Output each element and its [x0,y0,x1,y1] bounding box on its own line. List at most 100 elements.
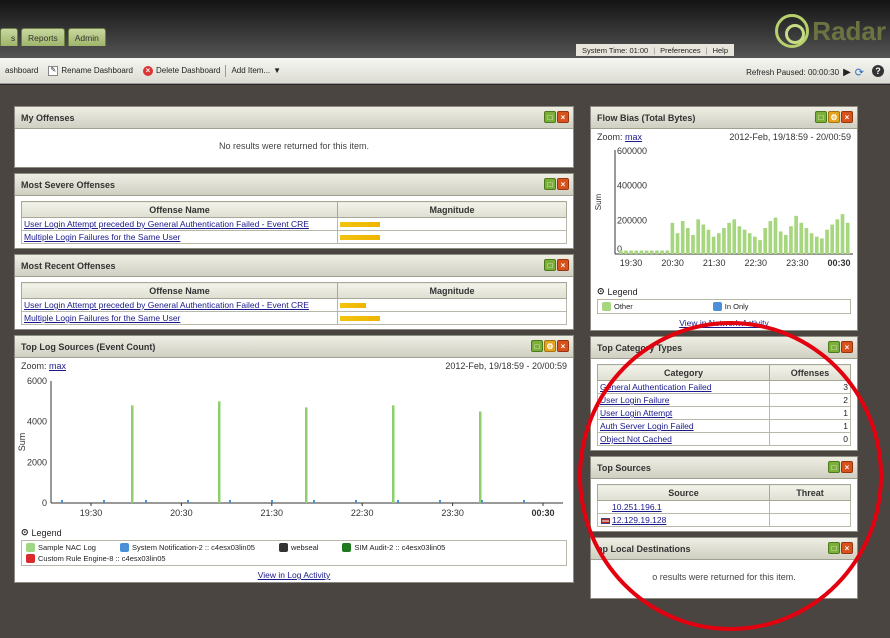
help-icon[interactable]: ? [872,65,884,77]
close-icon[interactable]: × [841,461,853,473]
legend-item[interactable]: In Only [712,302,749,311]
bar [742,229,747,254]
delete-dashboard-button[interactable]: × Delete Dashboard [138,65,225,76]
legend-item[interactable]: Custom Rule Engine-8 :: c4esx03lin05 [26,554,166,563]
x-tick-label: 23:30 [441,508,464,518]
category-link[interactable]: General Authentication Failed [600,382,712,392]
refresh-icon[interactable]: ⟳ [855,66,864,79]
legend-toggle-icon[interactable]: ⊙ [597,286,605,297]
legend-title: Legend [31,527,62,538]
refresh-controls: Refresh Paused: 00:00:30 ▶ ⟳ [746,66,864,79]
settings-icon[interactable]: ⚙ [828,111,840,123]
source-ip-link[interactable]: 12.129.19.128 [612,515,666,525]
close-icon[interactable]: × [557,340,569,352]
maximize-icon[interactable]: □ [544,111,556,123]
settings-icon[interactable]: ⚙ [544,340,556,352]
bar [649,250,654,254]
offense-link[interactable]: Multiple Login Failures for the Same Use… [24,313,180,323]
bar [644,250,649,254]
column-header[interactable]: Offense Name [20,282,339,299]
view-network-activity-link[interactable]: View in Network Activity [679,318,769,328]
bar [768,221,773,254]
legend-item[interactable]: webseal [278,543,319,552]
column-header[interactable]: Category [596,364,771,381]
legend-box: Other In Only [597,299,851,314]
maximize-icon[interactable]: □ [531,340,543,352]
category-link[interactable]: User Login Attempt [600,408,672,418]
maximize-icon[interactable]: □ [544,259,556,271]
bar [624,250,628,254]
tab-offenses[interactable]: s [0,28,18,46]
column-header[interactable]: Threat [769,484,851,501]
maximize-icon[interactable]: □ [828,542,840,554]
bar [61,500,63,503]
y-tick-label: 2000 [27,457,47,467]
category-link[interactable]: Auth Server Login Failed [600,421,694,431]
separator: | [705,46,708,55]
bar [799,222,804,254]
most-recent-panel: Most Recent Offenses □ × Offense Name Magn… [14,254,574,330]
column-header[interactable]: Offense Name [20,201,339,218]
bar [716,233,721,254]
category-link[interactable]: User Login Failure [600,395,669,405]
close-icon[interactable]: × [557,259,569,271]
zoom-link[interactable]: max [625,132,642,142]
offense-count: 1 [769,419,851,433]
dashboard-menu[interactable]: ashboard [0,66,43,75]
close-icon[interactable]: × [841,341,853,353]
legend-swatch [26,543,35,552]
zoom-link[interactable]: max [49,361,66,371]
bar [229,500,231,503]
category-link[interactable]: Object Not Cached [600,434,672,444]
delete-label: Delete Dashboard [155,66,221,75]
category-table: Category Offenses General Authentication … [596,364,851,446]
close-icon[interactable]: × [841,111,853,123]
bar [825,229,829,254]
legend-item[interactable]: System Notification-2 :: c4esx03lin05 [119,543,255,552]
maximize-icon[interactable]: □ [828,341,840,353]
legend-swatch [602,302,611,311]
bar [634,250,639,254]
column-header[interactable]: Magnitude [337,201,567,218]
offense-link[interactable]: User Login Attempt preceded by General A… [24,300,309,310]
maximize-icon[interactable]: □ [544,178,556,190]
bar [639,250,644,254]
maximize-icon[interactable]: □ [828,461,840,473]
close-icon[interactable]: × [557,178,569,190]
panel-header: Most Recent Offenses □ × [15,255,573,277]
play-icon[interactable]: ▶ [843,67,851,78]
legend-item[interactable]: Other [602,302,633,311]
y-tick-label: 200000 [617,215,647,225]
tab-admin[interactable]: Admin [67,28,106,46]
offense-link[interactable]: User Login Attempt preceded by General A… [24,219,309,229]
preferences-link[interactable]: Preferences [660,46,700,55]
legend-toggle-icon[interactable]: ⊙ [21,527,29,538]
chart-info: Zoom: max 2012-Feb, 19/18:59 - 20/00:59 [591,129,857,142]
legend-item[interactable]: Sample NAC Log [26,543,96,552]
close-icon[interactable]: × [557,111,569,123]
bar [523,500,525,503]
help-link[interactable]: Help [713,46,728,55]
add-item-dropdown[interactable]: Add Item... ▼ [226,66,286,75]
legend-swatch [119,543,129,552]
close-icon[interactable]: × [841,542,853,554]
tab-reports[interactable]: Reports [21,28,65,46]
legend-item[interactable]: SIM Audit-2 :: c4esx03lin05 [342,543,445,552]
column-header[interactable]: Offenses [769,364,851,381]
legend-label: webseal [290,543,319,552]
bar [696,219,700,254]
column-header[interactable]: Magnitude [337,282,567,299]
x-tick-label: 19:30 [620,258,643,268]
x-tick-label: 23:30 [786,258,809,268]
offense-table: Offense Name Magnitude User Login Attempt… [20,201,567,244]
most-severe-panel: Most Severe Offenses □ × Offense Name Magn… [14,173,574,249]
rename-dashboard-button[interactable]: ✎ Rename Dashboard [43,65,138,76]
sources-table: Source Threat 10.251.196.1 12.129.19.128 [596,484,851,527]
offense-link[interactable]: Multiple Login Failures for the Same Use… [24,232,180,242]
column-header[interactable]: Source [596,484,771,501]
bar [187,500,189,503]
source-ip-link[interactable]: 10.251.196.1 [612,502,662,512]
maximize-icon[interactable]: □ [815,111,827,123]
view-log-activity-link[interactable]: View in Log Activity [258,570,331,580]
delete-icon: × [142,65,153,76]
